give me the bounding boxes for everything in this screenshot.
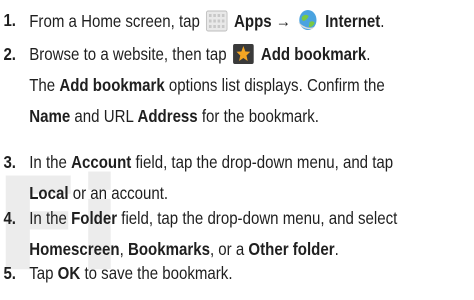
step-line: In the Folder field, tap the drop-down m…	[29, 206, 397, 230]
bold-text: Folder	[71, 208, 118, 228]
step-line: In the Account field, tap the drop-down …	[29, 150, 393, 174]
text: field, tap the drop-down menu, and selec…	[117, 208, 398, 228]
internet-label: Internet	[325, 11, 381, 31]
text: ,	[119, 239, 128, 259]
text: for the bookmark.	[197, 106, 319, 126]
note-line: The Add bookmark options list displays. …	[29, 73, 385, 97]
text: options list displays. Confirm the	[164, 75, 385, 95]
step-text: From a Home screen, tap Apps → Internet.	[29, 8, 384, 33]
text: In the	[29, 152, 72, 172]
text: and URL	[70, 106, 138, 126]
add-bookmark-star-icon	[233, 43, 255, 65]
bold-text: Account	[71, 152, 132, 172]
step-number: 1.	[3, 10, 17, 30]
step-number: 3.	[3, 152, 17, 172]
bold-text: Name	[29, 106, 71, 126]
text: .	[334, 239, 339, 259]
bold-text: Local	[29, 183, 69, 203]
step-line: Local or an account.	[29, 181, 393, 205]
add-bookmark-label: Add bookmark	[260, 44, 367, 64]
bold-text: Address	[137, 106, 198, 126]
text: From a Home screen, tap	[29, 11, 205, 31]
bold-text: Homescreen	[29, 239, 120, 259]
internet-globe-icon	[297, 8, 319, 30]
text: or an account.	[68, 183, 169, 203]
step-number: 5.	[3, 263, 17, 283]
text: field, tap the drop-down menu, and tap	[131, 152, 394, 172]
arrow: →	[271, 11, 296, 31]
text: Tap	[29, 263, 58, 283]
step-number: 2.	[3, 44, 17, 64]
step-line: Browse to a website, then tap Add bookma…	[29, 42, 385, 66]
text: to save the bookmark.	[80, 263, 233, 283]
text: In the	[29, 208, 72, 228]
bold-text: OK	[57, 263, 81, 283]
step-text: In the Folder field, tap the drop-down m…	[29, 206, 397, 261]
text: The	[29, 75, 60, 95]
apps-grid-icon	[206, 10, 228, 32]
step-text: Browse to a website, then tap Add bookma…	[29, 42, 385, 128]
text: .	[366, 44, 371, 64]
step-number: 4.	[3, 208, 17, 228]
bold-text: Other folder	[248, 239, 335, 259]
text: Browse to a website, then tap	[29, 44, 231, 64]
text: .	[380, 11, 385, 31]
step-text: In the Account field, tap the drop-down …	[29, 150, 393, 205]
step-text: Tap OK to save the bookmark.	[29, 261, 232, 285]
apps-label: Apps	[234, 11, 272, 31]
text: , or a	[209, 239, 249, 259]
step-line: Homescreen, Bookmarks, or a Other folder…	[29, 237, 397, 261]
note-line: Name and URL Address for the bookmark.	[29, 104, 385, 128]
bold-text: Bookmarks	[127, 239, 210, 259]
bold-text: Add bookmark	[59, 75, 165, 95]
